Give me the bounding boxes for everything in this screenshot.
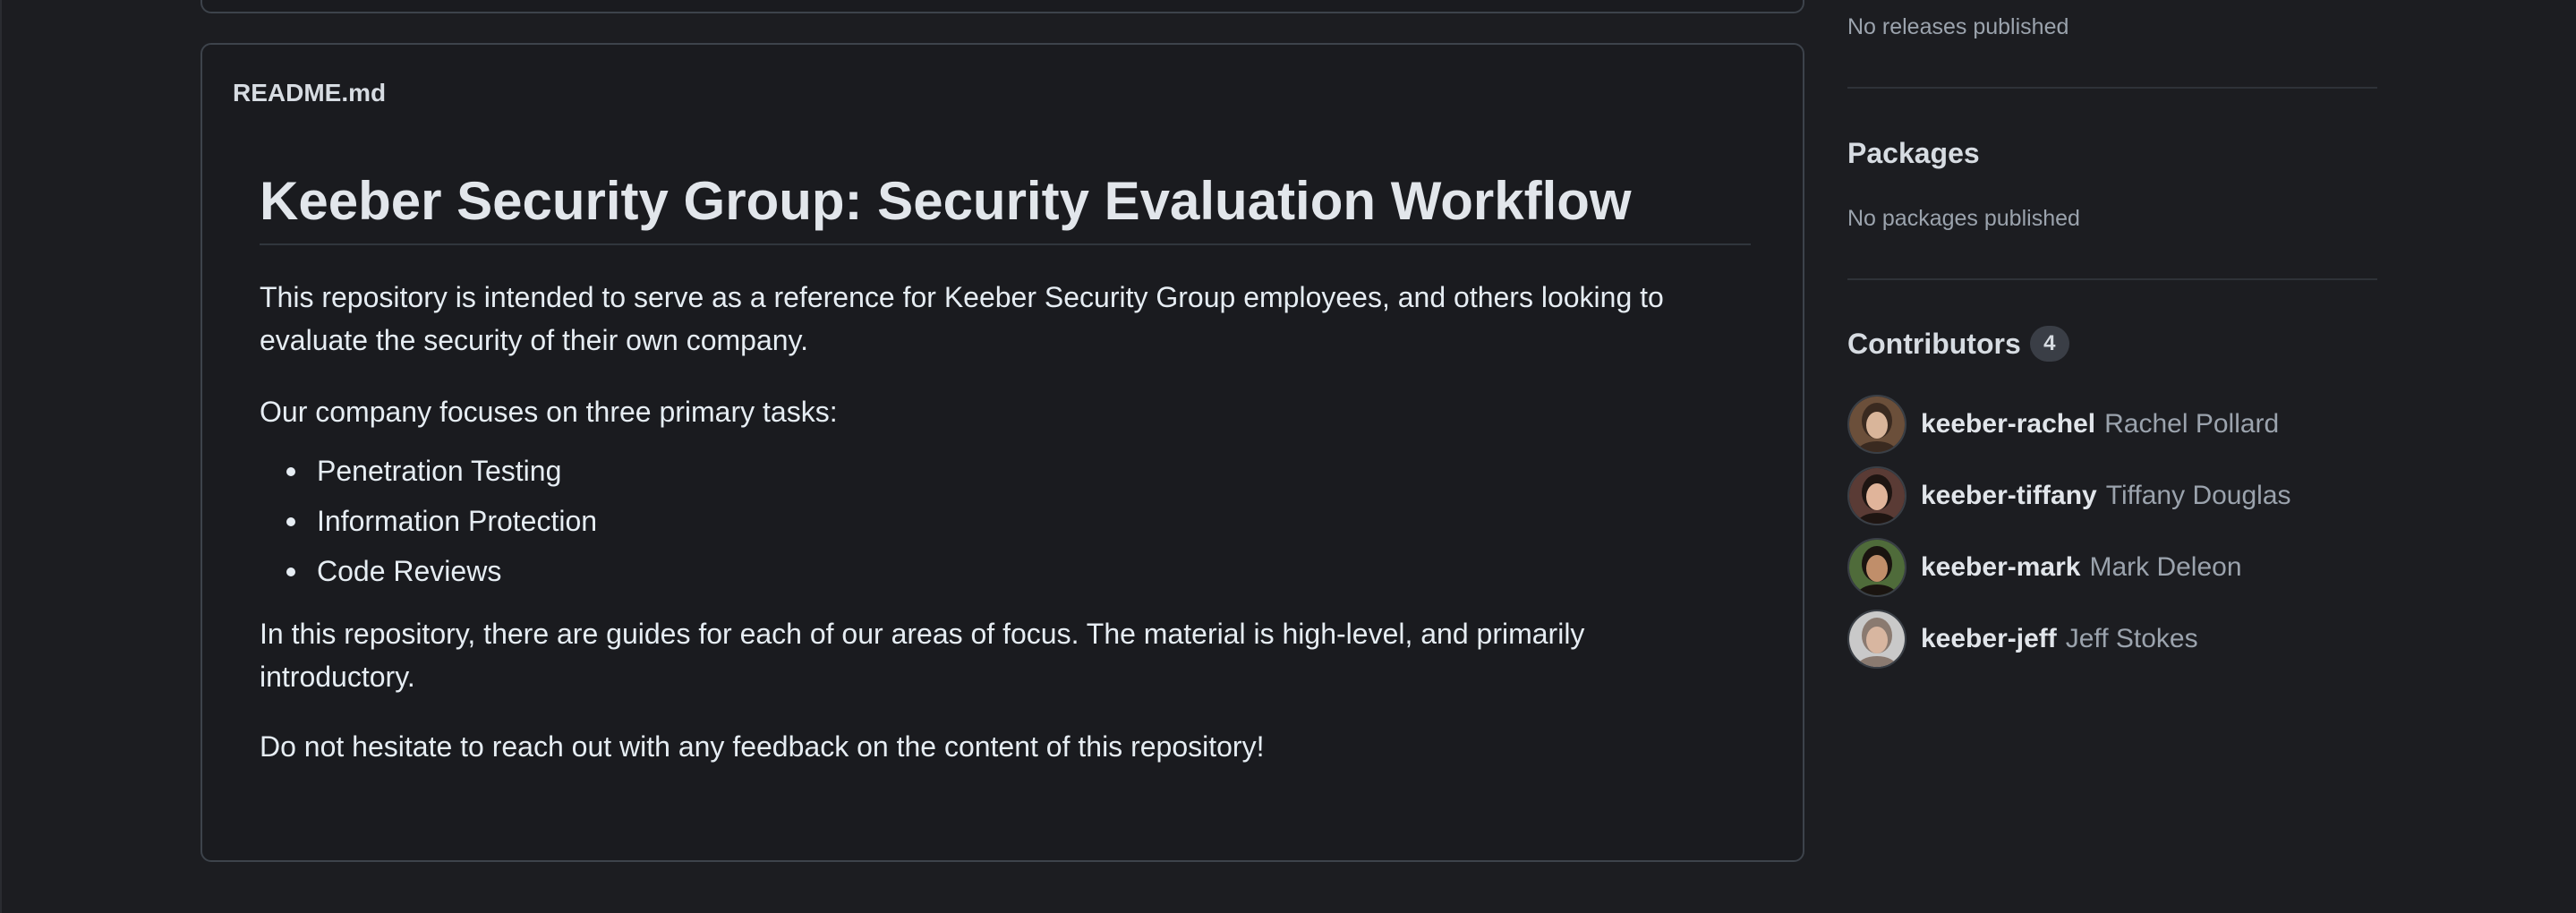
contributor-name: Mark Deleon (2089, 552, 2242, 582)
contributor-text: keeber-mark Mark Deleon (1921, 552, 2242, 583)
file-browser-panel-bottom (200, 0, 1804, 13)
bullet-icon (286, 567, 295, 576)
avatar-tiffany-icon[interactable] (1847, 466, 1906, 525)
contributor-name: Jeff Stokes (2065, 624, 2198, 653)
contributor-login[interactable]: keeber-jeff (1921, 624, 2057, 653)
contributors-heading[interactable]: Contributors 4 (1847, 325, 2069, 364)
readme-title: Keeber Security Group: Security Evaluati… (260, 170, 1751, 245)
readme-filename-link[interactable]: README.md (233, 79, 386, 107)
packages-empty-text: No packages published (1847, 206, 2080, 231)
readme-focus-paragraph: Our company focuses on three primary tas… (260, 396, 838, 428)
contributor-row[interactable]: keeber-mark Mark Deleon (1847, 538, 2242, 597)
readme-intro-paragraph: This repository is intended to serve as … (260, 281, 1664, 356)
readme-feedback-paragraph: Do not hesitate to reach out with any fe… (260, 730, 1265, 763)
task-label: Penetration Testing (317, 455, 562, 487)
task-label: Information Protection (317, 505, 598, 537)
sidebar-divider (1847, 278, 2377, 280)
contributor-name: Rachel Pollard (2104, 409, 2280, 439)
contributor-row[interactable]: keeber-tiffany Tiffany Douglas (1847, 466, 2291, 525)
avatar-jeff-icon[interactable] (1847, 610, 1906, 669)
contributor-text: keeber-rachel Rachel Pollard (1921, 409, 2279, 439)
contributor-row[interactable]: keeber-rachel Rachel Pollard (1847, 395, 2279, 454)
left-border (0, 0, 2, 913)
avatar-mark-icon[interactable] (1847, 538, 1906, 597)
avatar-face-graphic (1849, 468, 1905, 524)
tasks-list: Penetration Testing Information Protecti… (260, 446, 1751, 596)
contributor-login[interactable]: keeber-mark (1921, 552, 2080, 582)
avatar-rachel-icon[interactable] (1847, 395, 1906, 454)
readme-panel: README.md Keeber Security Group: Securit… (200, 43, 1804, 862)
bullet-icon (286, 467, 295, 476)
avatar-face-graphic (1849, 611, 1905, 667)
list-item: Information Protection (260, 496, 1751, 546)
contributors-count-badge: 4 (2029, 325, 2069, 362)
contributor-text: keeber-jeff Jeff Stokes (1921, 624, 2198, 654)
contributor-row[interactable]: keeber-jeff Jeff Stokes (1847, 610, 2198, 669)
avatar-face-graphic (1849, 540, 1905, 595)
contributor-name: Tiffany Douglas (2105, 481, 2291, 510)
releases-empty-text: No releases published (1847, 14, 2069, 39)
list-item: Penetration Testing (260, 446, 1751, 496)
contributors-heading-link[interactable]: Contributors (1847, 328, 2021, 360)
packages-heading-link[interactable]: Packages (1847, 137, 1980, 170)
avatar-face-graphic (1849, 397, 1905, 452)
list-item: Code Reviews (260, 546, 1751, 596)
bullet-icon (286, 517, 295, 526)
task-label: Code Reviews (317, 555, 502, 587)
readme-guides-paragraph: In this repository, there are guides for… (260, 618, 1585, 693)
contributor-text: keeber-tiffany Tiffany Douglas (1921, 481, 2291, 511)
readme-content: Keeber Security Group: Security Evaluati… (260, 170, 1751, 768)
contributor-login[interactable]: keeber-rachel (1921, 409, 2095, 439)
contributor-login[interactable]: keeber-tiffany (1921, 481, 2097, 510)
sidebar-divider (1847, 87, 2377, 89)
repo-page: README.md Keeber Security Group: Securit… (0, 0, 2576, 913)
